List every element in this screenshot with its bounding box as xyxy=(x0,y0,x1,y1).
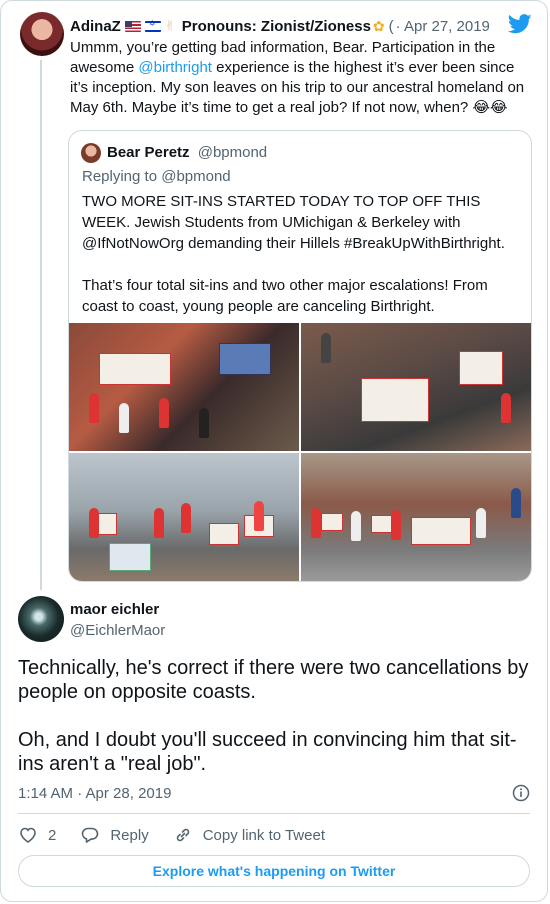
sit-in-photo[interactable] xyxy=(69,323,299,451)
sit-in-photo[interactable] xyxy=(301,453,531,581)
sunflower-emoji-icon: ✿ xyxy=(372,17,385,34)
person xyxy=(119,403,129,433)
protest-sign xyxy=(99,353,171,385)
photo-grid xyxy=(69,323,531,581)
protest-sign xyxy=(209,523,239,545)
person xyxy=(254,501,264,531)
israel-flag-icon xyxy=(144,19,161,32)
tweet-paragraph: Oh, and I doubt you'll succeed in convin… xyxy=(18,729,517,775)
person xyxy=(311,508,321,538)
hand-emoji-icon: ✌ xyxy=(164,18,176,33)
person xyxy=(391,510,401,540)
replying-to: Replying to @bpmond xyxy=(82,168,231,185)
protest-sign xyxy=(459,351,503,385)
author-handle[interactable]: @EichlerMaor xyxy=(70,622,165,639)
tweet-date[interactable]: · Apr 27, 2019 xyxy=(396,18,490,35)
quoted-author-name[interactable]: Bear Peretz xyxy=(107,144,190,161)
sit-in-photo[interactable] xyxy=(69,453,299,581)
us-flag-icon xyxy=(124,20,141,32)
reply-icon xyxy=(82,827,99,843)
info-icon[interactable] xyxy=(512,784,530,802)
author-pronouns: Pronouns: Zionist/Zioness xyxy=(181,17,371,35)
person xyxy=(181,503,191,533)
like-count: 2 xyxy=(48,826,57,844)
quoted-paragraph: That’s four total sit-ins and two other … xyxy=(82,277,488,315)
tweet-text: Ummm, you’re getting bad information, Be… xyxy=(70,38,530,118)
person xyxy=(159,398,169,428)
protest-sign xyxy=(109,543,151,571)
quoted-text: TWO MORE SIT-INS STARTED TODAY TO TOP OF… xyxy=(82,191,522,317)
person xyxy=(351,511,361,541)
explore-twitter-button[interactable]: Explore what's happening on Twitter xyxy=(18,855,530,887)
reply-button[interactable]: Reply xyxy=(80,825,149,845)
mention-link[interactable]: @birthright xyxy=(138,59,212,76)
tweet-actions: 2 Reply Copy link to Tweet xyxy=(18,823,349,847)
person xyxy=(89,393,99,423)
person xyxy=(511,488,521,518)
tweet-timestamp[interactable]: 1:14 AM · Apr 28, 2019 xyxy=(18,785,171,802)
divider xyxy=(18,813,530,814)
author-name[interactable]: maor eichler xyxy=(70,601,159,618)
reply-label: Reply xyxy=(110,826,149,844)
quoted-avatar[interactable] xyxy=(81,143,101,163)
protest-sign xyxy=(219,343,271,375)
person xyxy=(501,393,511,423)
twitter-bird-icon[interactable] xyxy=(508,14,532,34)
avatar[interactable] xyxy=(20,12,64,56)
quoted-author-handle[interactable]: @bpmond xyxy=(198,144,267,161)
person xyxy=(321,333,331,363)
protest-sign xyxy=(371,515,393,533)
avatar[interactable] xyxy=(18,596,64,642)
quoted-paragraph: TWO MORE SIT-INS STARTED TODAY TO TOP OF… xyxy=(82,193,505,252)
tweet-text: Technically, he's correct if there were … xyxy=(18,656,530,776)
person xyxy=(476,508,486,538)
protest-sign xyxy=(321,513,343,531)
link-icon xyxy=(176,828,189,842)
like-button[interactable]: 2 xyxy=(18,825,56,845)
quoted-tweet[interactable]: Bear Peretz @bpmond Replying to @bpmond … xyxy=(68,130,532,582)
protest-sign xyxy=(411,517,471,545)
heart-icon xyxy=(20,827,36,843)
copy-link-button[interactable]: Copy link to Tweet xyxy=(173,825,325,845)
person xyxy=(154,508,164,538)
quoted-header: Bear Peretz @bpmond xyxy=(107,144,267,161)
protest-sign xyxy=(361,378,429,422)
tweet-paragraph: Technically, he's correct if there were … xyxy=(18,657,529,703)
thread-line xyxy=(40,60,42,590)
person xyxy=(199,408,209,438)
author-name[interactable]: AdinaZ xyxy=(70,18,121,35)
copy-link-label: Copy link to Tweet xyxy=(202,826,325,844)
author-handle[interactable]: ( xyxy=(389,18,394,35)
sit-in-photo[interactable] xyxy=(301,323,531,451)
tweet-header: AdinaZ ✌ Pronouns: Zionist/Zioness ✿ ( ·… xyxy=(70,16,510,36)
person xyxy=(89,508,99,538)
